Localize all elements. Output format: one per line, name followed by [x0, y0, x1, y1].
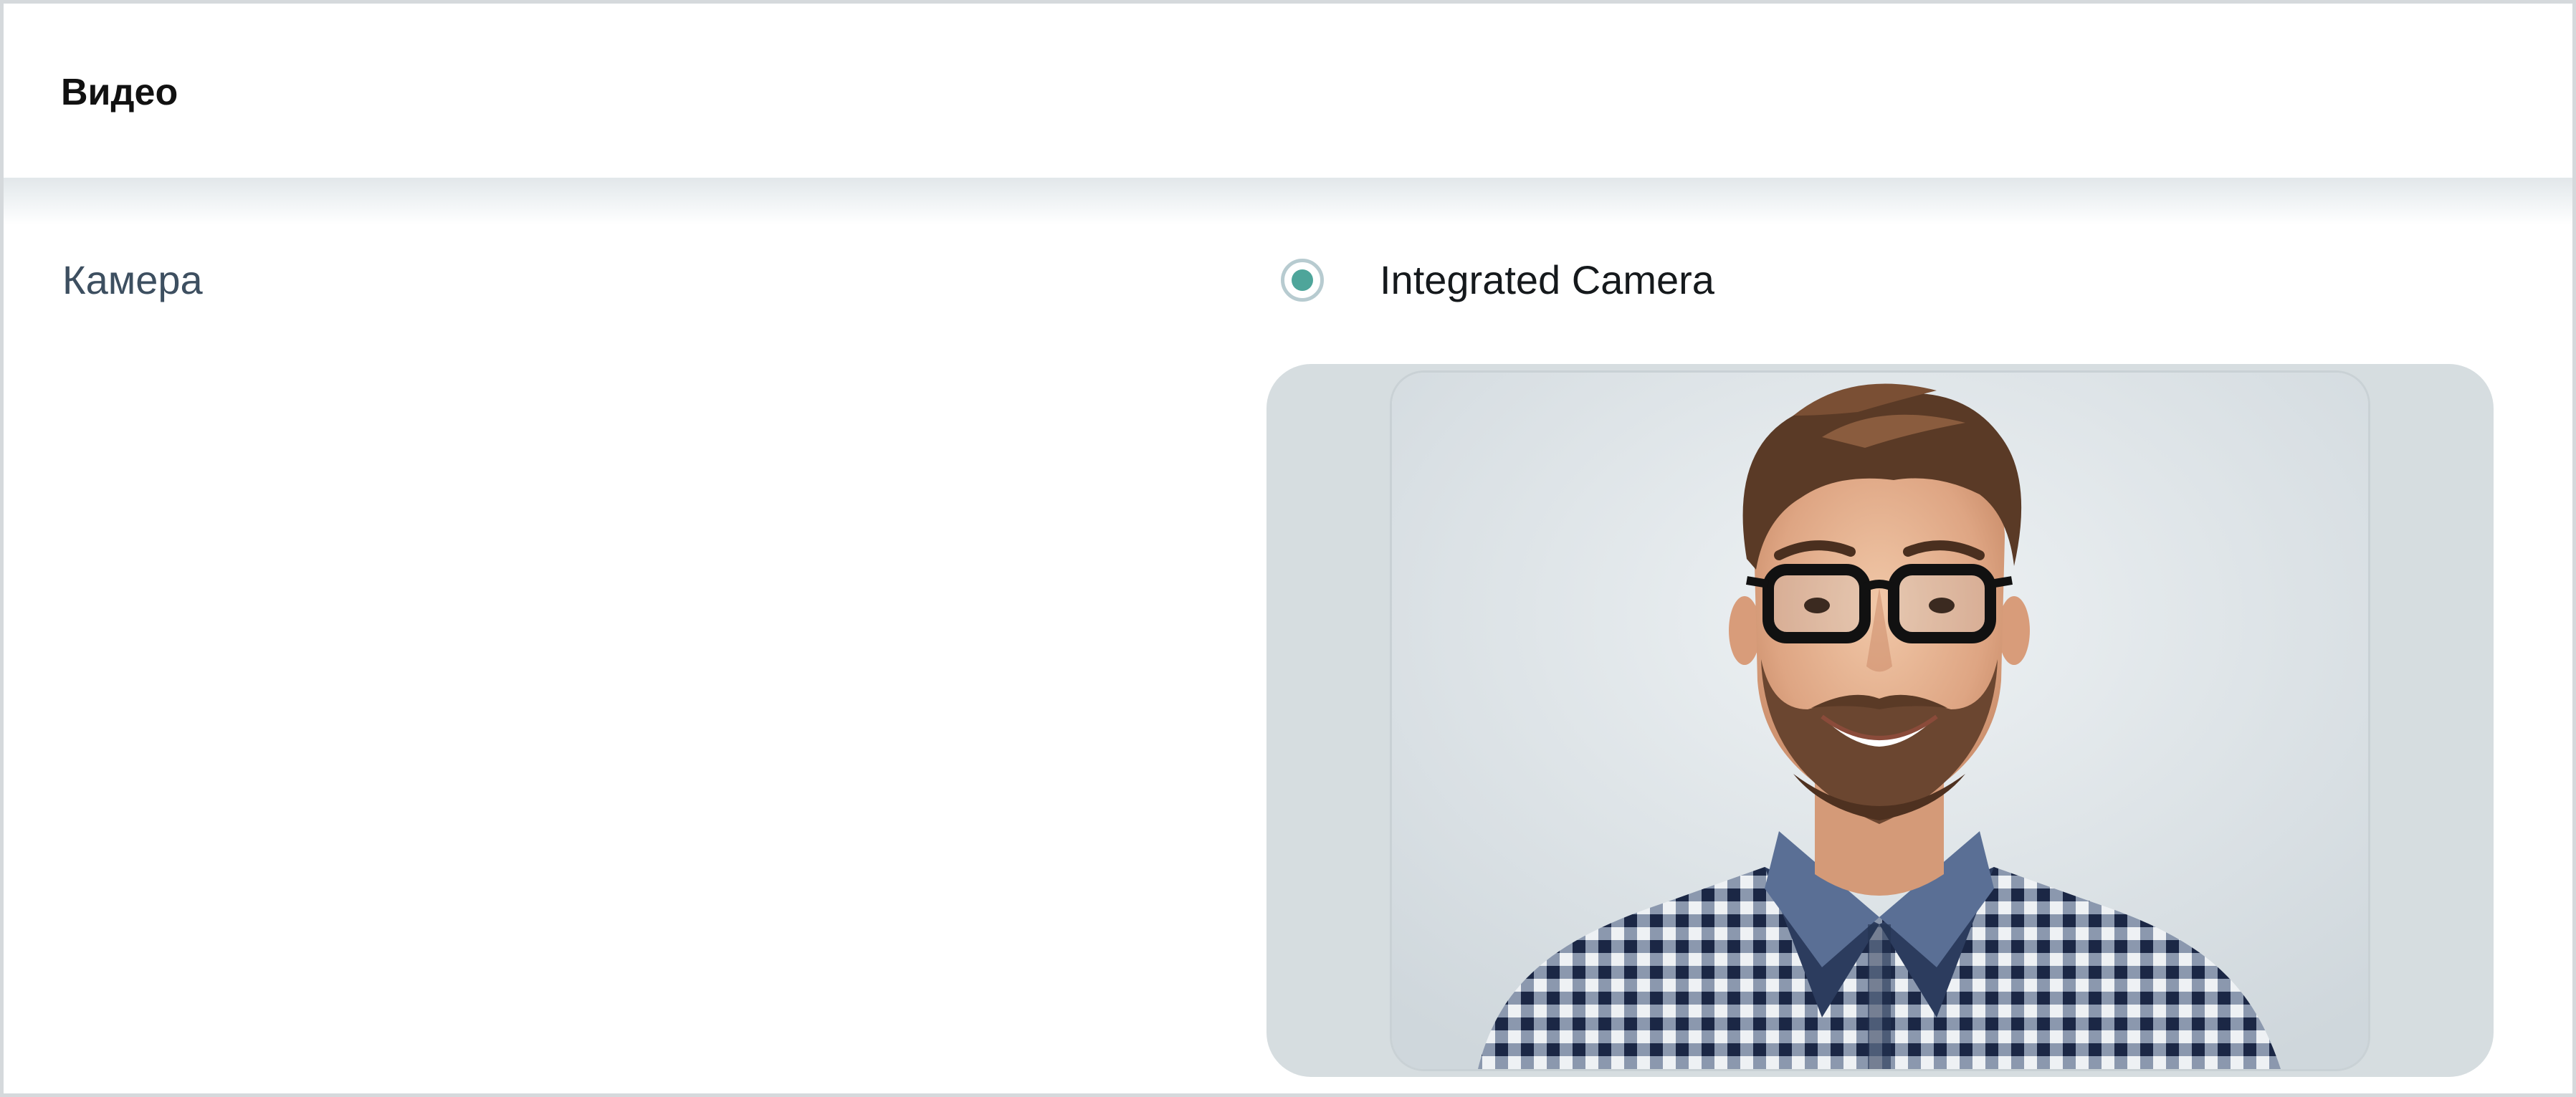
radio-selected-dot [1292, 269, 1313, 291]
panel-header: Видео [4, 4, 2572, 178]
camera-setting-label: Камера [62, 257, 203, 302]
page-title: Видео [61, 72, 178, 113]
camera-preview-video [1390, 370, 2370, 1071]
video-settings-panel: Видео Камера Integrated Camera [0, 0, 2576, 1097]
camera-option-label[interactable]: Integrated Camera [1380, 254, 1714, 306]
camera-preview-container [1266, 364, 2494, 1077]
camera-option-integrated[interactable]: Integrated Camera [1281, 252, 1714, 309]
person-preview-image [1392, 373, 2368, 1069]
radio-button[interactable] [1281, 259, 1324, 302]
header-divider-shadow [4, 178, 2572, 225]
